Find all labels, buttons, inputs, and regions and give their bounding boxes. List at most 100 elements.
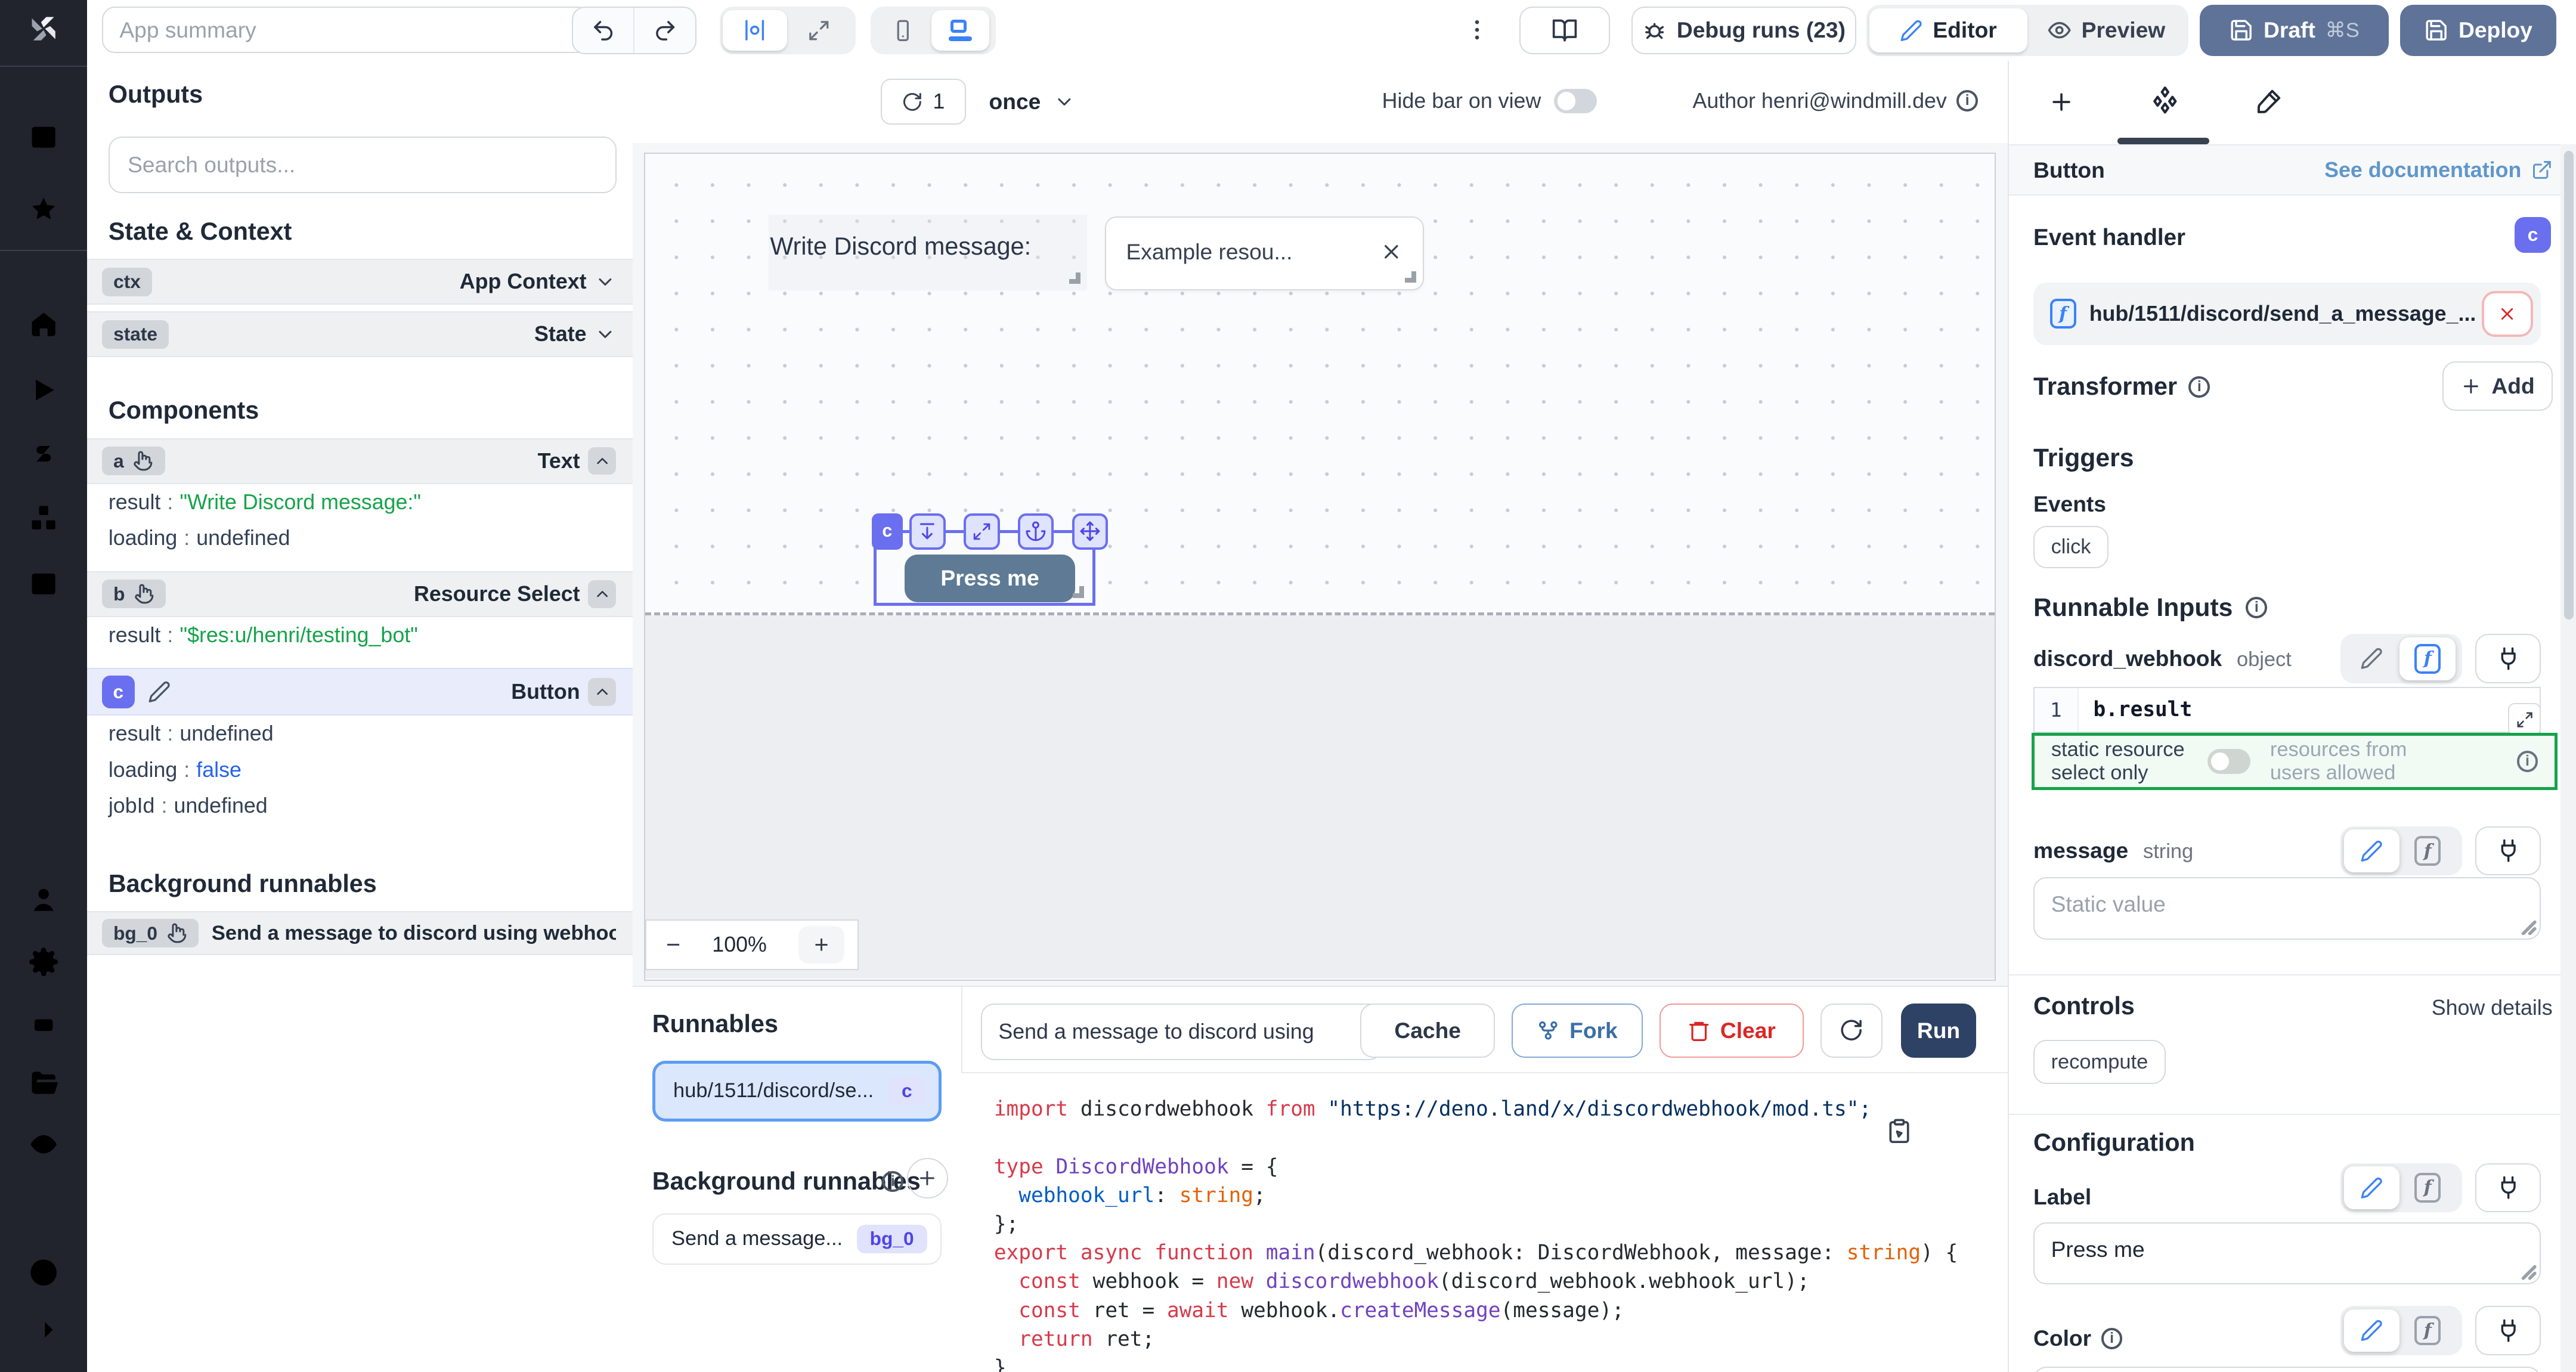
expand-arrow-icon[interactable] bbox=[28, 1314, 59, 1345]
state-row[interactable]: state State bbox=[87, 311, 633, 357]
users-icon[interactable] bbox=[28, 884, 59, 915]
schedules-calendar-icon[interactable] bbox=[28, 567, 59, 598]
button-component-selected[interactable]: c Press me bbox=[874, 530, 1095, 606]
info-icon[interactable]: i bbox=[2246, 597, 2267, 618]
workers-robot-icon[interactable] bbox=[28, 1009, 59, 1040]
info-icon[interactable]: i bbox=[1956, 90, 1978, 112]
info-icon[interactable]: i bbox=[2517, 751, 2538, 772]
variables-dollar-icon[interactable] bbox=[28, 439, 59, 470]
copy-code-icon[interactable] bbox=[1886, 1116, 1912, 1146]
fullscreen-icon[interactable] bbox=[787, 19, 851, 42]
info-icon[interactable]: i bbox=[2188, 376, 2210, 398]
eval-mode-function-icon[interactable]: f bbox=[2399, 829, 2456, 872]
apps-icon[interactable] bbox=[28, 122, 59, 153]
color-value-input[interactable] bbox=[2033, 1367, 2541, 1371]
see-documentation-link[interactable]: See documentation bbox=[2324, 158, 2553, 182]
debug-runs-button[interactable]: Debug runs (23) bbox=[1631, 7, 1856, 54]
kebab-menu-icon[interactable] bbox=[1464, 17, 1490, 43]
favorites-star-icon[interactable] bbox=[28, 194, 59, 225]
code-editor[interactable]: import discordwebhook from "https://deno… bbox=[961, 1072, 2008, 1371]
collapse-button[interactable] bbox=[588, 580, 616, 608]
docs-book-button[interactable] bbox=[1519, 7, 1610, 54]
script-name-input[interactable] bbox=[981, 1004, 1382, 1060]
eval-mode-function-icon[interactable]: f bbox=[2399, 1166, 2456, 1209]
draft-button[interactable]: Draft ⌘S bbox=[2200, 5, 2389, 55]
zoom-in-button[interactable]: + bbox=[798, 926, 844, 964]
handler-script-box[interactable]: f hub/1511/discord/send_a_message_... bbox=[2033, 283, 2541, 345]
scrollbar-track[interactable] bbox=[2560, 144, 2576, 1371]
ctx-row[interactable]: ctx App Context bbox=[87, 259, 633, 305]
pencil-icon[interactable] bbox=[148, 680, 171, 704]
resize-handle[interactable] bbox=[1069, 272, 1080, 284]
eval-mode-function-icon[interactable]: f bbox=[2399, 637, 2456, 680]
deploy-button[interactable]: Deploy bbox=[2400, 5, 2556, 55]
resize-handle[interactable] bbox=[1073, 586, 1084, 597]
bg0-row[interactable]: bg_0 Send a message to discord using web… bbox=[87, 911, 633, 955]
textarea-resize-icon[interactable] bbox=[2520, 919, 2537, 936]
resize-handle[interactable] bbox=[1405, 271, 1416, 283]
settings-gear-icon[interactable] bbox=[28, 946, 59, 977]
search-outputs-input[interactable] bbox=[109, 137, 617, 193]
chevron-down-icon[interactable] bbox=[595, 271, 616, 293]
windmill-logo[interactable] bbox=[28, 13, 59, 44]
anchor-icon[interactable] bbox=[1018, 513, 1054, 550]
center-align-toggle[interactable] bbox=[723, 10, 787, 51]
label-value-input[interactable]: Press me bbox=[2033, 1222, 2541, 1285]
connect-plug-icon[interactable] bbox=[2475, 634, 2541, 683]
collapse-button[interactable] bbox=[588, 447, 616, 475]
resource-select-component[interactable]: Example resou... bbox=[1105, 216, 1423, 290]
move-icon[interactable] bbox=[1072, 513, 1109, 550]
connect-plug-icon[interactable] bbox=[2475, 1306, 2541, 1355]
component-row-c-selected[interactable]: c Button bbox=[87, 668, 633, 716]
mobile-view-icon[interactable] bbox=[874, 19, 931, 42]
static-mode-pencil-icon[interactable] bbox=[2344, 637, 2400, 680]
message-static-value-input[interactable]: Static value bbox=[2033, 877, 2541, 940]
background-runnable-item[interactable]: Send a message... bg_0 bbox=[652, 1213, 942, 1264]
resources-cubes-icon[interactable] bbox=[28, 503, 59, 534]
static-mode-pencil-icon[interactable] bbox=[2344, 1166, 2400, 1209]
add-background-runnable-button[interactable] bbox=[907, 1158, 948, 1199]
recompute-button[interactable]: recompute bbox=[2033, 1040, 2166, 1084]
static-mode-pencil-icon[interactable] bbox=[2344, 829, 2400, 872]
fork-button[interactable]: Fork bbox=[1512, 1004, 1643, 1058]
connect-plug-icon[interactable] bbox=[2475, 826, 2541, 876]
help-icon[interactable] bbox=[28, 1257, 59, 1288]
resource-mode-toggle[interactable] bbox=[2207, 749, 2250, 773]
collapse-button[interactable] bbox=[588, 678, 616, 706]
add-transformer-button[interactable]: Add bbox=[2442, 361, 2553, 411]
app-summary-input[interactable] bbox=[102, 7, 591, 53]
run-button[interactable]: Run bbox=[1901, 1004, 1977, 1058]
audit-eye-icon[interactable] bbox=[28, 1129, 59, 1160]
clear-select-icon[interactable] bbox=[1380, 240, 1403, 264]
component-row-a[interactable]: a Text bbox=[87, 438, 633, 484]
eval-mode-function-icon[interactable]: f bbox=[2399, 1309, 2456, 1352]
maximize-icon[interactable] bbox=[964, 513, 1000, 550]
expand-editor-icon[interactable] bbox=[2508, 703, 2541, 736]
hide-bar-toggle[interactable] bbox=[1554, 89, 1597, 113]
refresh-script-button[interactable] bbox=[1820, 1004, 1883, 1058]
static-mode-pencil-icon[interactable] bbox=[2344, 1309, 2400, 1352]
chevron-down-icon[interactable] bbox=[595, 324, 616, 345]
component-row-b[interactable]: b Resource Select bbox=[87, 571, 633, 617]
styling-brush-tab-icon[interactable] bbox=[2255, 87, 2283, 115]
tab-editor[interactable]: Editor bbox=[1869, 8, 2027, 52]
clear-button[interactable]: Clear bbox=[1659, 1004, 1804, 1058]
component-settings-tab-icon[interactable] bbox=[2150, 85, 2180, 115]
textarea-resize-icon[interactable] bbox=[2520, 1263, 2537, 1280]
tab-preview[interactable]: Preview bbox=[2027, 17, 2185, 43]
insert-component-tab-icon[interactable] bbox=[2048, 89, 2075, 115]
remove-handler-button[interactable] bbox=[2482, 291, 2532, 337]
redo-button[interactable] bbox=[634, 8, 695, 53]
cache-button[interactable]: Cache bbox=[1360, 1004, 1495, 1058]
scrollbar-thumb[interactable] bbox=[2564, 151, 2574, 619]
desktop-view-icon[interactable] bbox=[931, 10, 989, 51]
runnable-item-selected[interactable]: hub/1511/discord/se... c bbox=[652, 1061, 942, 1122]
schedule-dropdown[interactable]: once bbox=[989, 79, 1076, 125]
connect-plug-icon[interactable] bbox=[2475, 1163, 2541, 1213]
undo-button[interactable] bbox=[573, 8, 635, 53]
home-icon[interactable] bbox=[28, 309, 59, 340]
app-canvas[interactable]: Write Discord message: Example resou... … bbox=[644, 153, 1996, 981]
show-details-link[interactable]: Show details bbox=[2432, 996, 2553, 1020]
info-icon[interactable]: i bbox=[2101, 1328, 2123, 1349]
expr-editor[interactable]: 1 b.result bbox=[2033, 687, 2541, 733]
